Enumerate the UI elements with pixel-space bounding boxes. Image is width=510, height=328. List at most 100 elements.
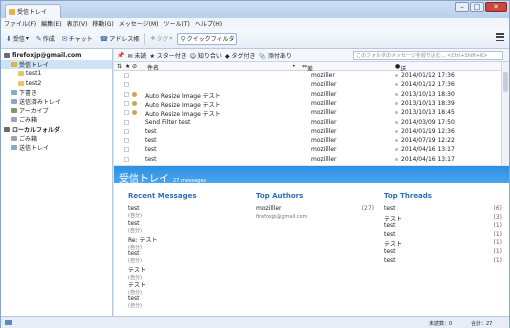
menu-message[interactable]: メッセージ(M) (119, 19, 159, 28)
tag-button[interactable]: ✚ タグ ▾ (148, 33, 174, 45)
star-icon[interactable] (124, 73, 129, 78)
filter-attach[interactable]: 📎 添付あり (258, 51, 291, 60)
maximize-button[interactable]: □ (470, 2, 484, 12)
folder-item[interactable]: 下書き (1, 88, 112, 97)
read-status-icon (395, 157, 398, 161)
recent-message[interactable]: test (自分) (128, 295, 238, 310)
message-row[interactable]: Auto Resize Image テスト mozilller 2013/10/13… (114, 108, 501, 118)
recent-message[interactable]: Re: テスト (自分) (128, 235, 238, 251)
thread-row[interactable]: test (6) (384, 205, 502, 214)
thread-row[interactable]: test (1) (384, 222, 502, 231)
folder-label: 受信トレイ (19, 62, 50, 70)
thread-column-icon[interactable]: ⇅ (117, 63, 122, 70)
quick-filter-button[interactable]: ⚲ クイックフィルタ (177, 32, 238, 45)
close-button[interactable]: ✕ (485, 2, 507, 12)
address-book-icon: ☎ (99, 34, 109, 43)
chat-button[interactable]: ✉ チャット (60, 33, 95, 45)
filter-tags-label: タグ付き (231, 52, 256, 60)
attach-column-icon[interactable]: ⊘ (132, 63, 137, 70)
message-row[interactable]: test mozilller 2014/01/19 12:36 (114, 127, 501, 136)
star-icon[interactable] (124, 119, 129, 125)
star-icon[interactable] (124, 100, 129, 106)
thunderbird-window: 受信トレイ – □ ✕ ファイル(F) 編集(E) 表示(V) 移動(G) メッ… (0, 0, 510, 328)
star-icon[interactable] (124, 138, 129, 144)
folder-item[interactable]: test1 (1, 69, 112, 78)
title-bar: 受信トレイ – □ ✕ (1, 1, 509, 18)
folder-item[interactable]: 受信トレイ (1, 60, 112, 70)
from-column[interactable]: ⇔ 差出人 (302, 63, 313, 91)
menu-edit[interactable]: 編集(E) (41, 19, 61, 28)
folder-item[interactable]: test2 (1, 79, 112, 88)
message-row[interactable]: test mozilller 2014/04/16 13:17 (114, 155, 501, 164)
menu-help[interactable]: ヘルプ(H) (195, 19, 222, 28)
read-status-icon (395, 148, 398, 152)
folder-item[interactable]: 送信トレイ (1, 143, 112, 152)
compose-button[interactable]: ✎ 作成 (34, 33, 57, 45)
message-row[interactable]: moziller 2014/01/12 17:36 (114, 71, 501, 80)
author-count: (27) (361, 205, 374, 212)
recent-message[interactable]: test (自分) (128, 250, 238, 265)
message-row[interactable]: mozilller 2014/01/12 17:36 (114, 80, 501, 89)
thread-row[interactable]: テスト (1) (384, 239, 502, 248)
folder-label: ごみ箱 (19, 117, 38, 125)
inbox-tab[interactable]: 受信トレイ (5, 4, 61, 18)
folder-item[interactable]: ごみ箱 (1, 134, 112, 143)
menu-view[interactable]: 表示(V) (67, 19, 88, 28)
message-row[interactable]: Auto Resize Image テスト mozilller 2013/10/13… (114, 99, 501, 109)
date-column[interactable]: ● 送信日時 (395, 63, 406, 100)
receive-label: 受信 (12, 36, 25, 43)
receive-button[interactable]: ⬇ 受信 ▾ (4, 33, 31, 45)
filter-tags[interactable]: ◆ タグ付き (225, 51, 256, 60)
attachment-icon (132, 100, 137, 106)
message-row[interactable]: Send Filter test mozilller 2014/03/09 17:5… (114, 118, 501, 127)
filter-unread[interactable]: ✉ 未読 (127, 51, 146, 60)
folder-item[interactable]: ローカルフォルダ (1, 125, 112, 134)
thread-row[interactable]: test (1) (384, 248, 502, 257)
recent-message[interactable]: test (自分) (128, 220, 238, 235)
message-row[interactable]: Auto Resize Image テスト mozilller 2013/10/13… (114, 90, 501, 100)
thread-name: テスト (384, 215, 403, 223)
star-icon[interactable] (124, 147, 129, 153)
attachment-icon (132, 110, 137, 116)
message-from: mozilller (311, 155, 337, 163)
menu-tools[interactable]: ツール(T) (164, 19, 190, 28)
star-icon[interactable] (124, 91, 129, 97)
filter-contacts[interactable]: ☺ 知り合い (190, 51, 222, 60)
thread-row[interactable]: test (1) (384, 257, 502, 266)
folder-item[interactable]: firefoxjp@gmail.com (1, 51, 112, 60)
recent-message-subject: test (128, 250, 140, 257)
folder-item[interactable]: アーカイブ (1, 106, 112, 115)
star-icon[interactable] (124, 82, 129, 88)
folder-item[interactable]: ごみ箱 (1, 115, 112, 124)
top-authors-heading: Top Authors (256, 192, 304, 200)
star-column-icon[interactable]: ★ (125, 63, 130, 70)
inbox-tab-icon (9, 8, 15, 15)
activity-icon[interactable] (5, 320, 12, 325)
thread-name: テスト (384, 241, 403, 249)
menu-go[interactable]: 移動(G) (92, 19, 113, 28)
address-book-button[interactable]: ☎ アドレス帳 (98, 33, 142, 45)
message-list-scrollbar[interactable] (501, 62, 509, 165)
star-icon[interactable] (124, 110, 129, 116)
sticky-pin-icon[interactable]: 📌 (117, 52, 124, 59)
folder-label: test2 (26, 79, 42, 87)
filter-starred[interactable]: ★ スター付き (149, 51, 186, 60)
menu-file[interactable]: ファイル(F) (4, 19, 36, 28)
star-icon[interactable] (124, 128, 129, 134)
recent-message[interactable]: test (自分) (128, 205, 238, 220)
folder-item[interactable]: 送信済みトレイ (1, 97, 112, 106)
app-menu-icon[interactable] (496, 33, 504, 41)
unread-column-icon[interactable]: • (292, 63, 296, 70)
message-row[interactable]: test mozilller 2014/04/16 13:17 (114, 145, 501, 154)
recent-message[interactable]: テスト (自分) (128, 280, 238, 296)
message-row[interactable]: test mozilller 2014/07/19 12:22 (114, 136, 501, 145)
filter-search-input[interactable]: このフォルダのメッセージを絞り込む... <Ctrl+Shift+K> (353, 51, 503, 60)
author-row[interactable]: mozilller (27) (256, 205, 374, 214)
minimize-button[interactable]: – (455, 2, 469, 12)
thread-row[interactable]: test (1) (384, 231, 502, 240)
scrollbar-thumb[interactable] (503, 72, 508, 92)
chevron-down-icon: ▾ (169, 35, 173, 42)
recent-message[interactable]: テスト (自分) (128, 265, 238, 281)
star-icon[interactable] (124, 156, 129, 162)
thread-row[interactable]: テスト (3) (384, 214, 502, 223)
